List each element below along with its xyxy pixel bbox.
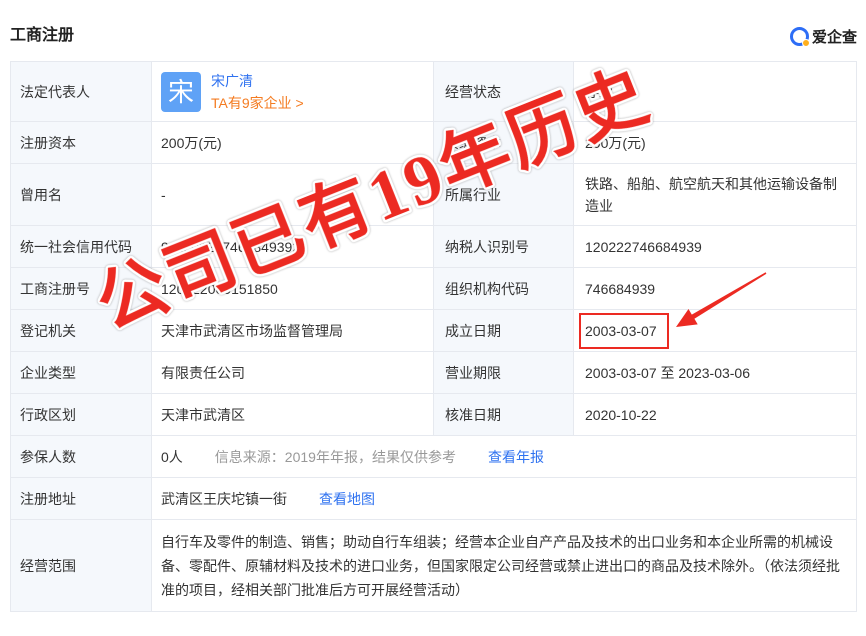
- taxpayer-id-value: 120222746684939: [574, 226, 857, 268]
- org-code-value: 746684939: [574, 268, 857, 310]
- related-companies-link[interactable]: TA有9家企业 >: [211, 92, 304, 114]
- insured-source-note: 信息来源：2019年年报，结果仅供参考: [214, 448, 456, 465]
- industry-value: 铁路、船舶、航空航天和其他运输设备制造业: [574, 164, 857, 226]
- view-map-link[interactable]: 查看地图: [319, 488, 375, 510]
- established-value: 2003-03-07: [574, 310, 857, 352]
- avatar[interactable]: 宋: [161, 71, 201, 112]
- operating-status-value: 存续: [574, 62, 857, 122]
- brand-name: 爱企查: [811, 28, 857, 46]
- authority-label: 登记机关: [11, 310, 152, 352]
- registration-no-label: 工商注册号: [11, 268, 152, 310]
- operating-status-label: 经营状态: [434, 62, 574, 122]
- aiqicha-logo-icon: [789, 26, 810, 47]
- admin-region-label: 行政区划: [11, 394, 152, 436]
- business-term-value: 2003-03-07 至 2023-03-06: [574, 352, 857, 394]
- industry-label: 所属行业: [434, 164, 574, 226]
- company-type-value: 有限责任公司: [152, 352, 434, 394]
- insured-label: 参保人数: [11, 436, 152, 478]
- authority-value: 天津市武清区市场监督管理局: [152, 310, 434, 352]
- legal-rep-label: 法定代表人: [11, 62, 152, 122]
- brand-logo: 爱企查: [789, 25, 857, 47]
- legal-rep-name-link[interactable]: 宋广清: [211, 70, 304, 92]
- legal-rep-value: 宋 宋广清 TA有9家企业 >: [152, 62, 434, 122]
- business-term-label: 营业期限: [434, 352, 574, 394]
- section-title: 工商注册: [10, 27, 75, 44]
- paid-in-capital-label: 实缴资本: [434, 122, 574, 164]
- address-text: 武清区王庆坨镇一街: [161, 490, 287, 507]
- company-type-label: 企业类型: [11, 352, 152, 394]
- insured-value: 0人 信息来源：2019年年报，结果仅供参考 查看年报: [152, 436, 857, 478]
- org-code-label: 组织机构代码: [434, 268, 574, 310]
- former-name-label: 曾用名: [11, 164, 152, 226]
- taxpayer-id-label: 纳税人识别号: [434, 226, 574, 268]
- admin-region-value: 天津市武清区: [152, 394, 434, 436]
- registration-table: 法定代表人 宋 宋广清 TA有9家企业 > 经营状态 存续 注册资本 200万(…: [10, 61, 857, 612]
- credit-code-value: 911202227466849392: [152, 226, 434, 268]
- registered-capital-value: 200万(元): [152, 122, 434, 164]
- approval-date-value: 2020-10-22: [574, 394, 857, 436]
- business-scope-value: 自行车及零件的制造、销售；助动自行车组装；经营本企业自产产品及技术的出口业务和本…: [152, 520, 857, 612]
- credit-code-label: 统一社会信用代码: [11, 226, 152, 268]
- insured-count: 0人: [161, 448, 183, 465]
- paid-in-capital-value: 200万(元): [574, 122, 857, 164]
- address-label: 注册地址: [11, 478, 152, 520]
- approval-date-label: 核准日期: [434, 394, 574, 436]
- registration-no-value: 120222000151850: [152, 268, 434, 310]
- view-annual-report-link[interactable]: 查看年报: [488, 446, 544, 468]
- former-name-value: -: [152, 164, 434, 226]
- registered-capital-label: 注册资本: [11, 122, 152, 164]
- business-scope-label: 经营范围: [11, 520, 152, 612]
- address-value: 武清区王庆坨镇一街 查看地图: [152, 478, 857, 520]
- legal-rep-info: 宋广清 TA有9家企业 >: [211, 70, 304, 114]
- established-label: 成立日期: [434, 310, 574, 352]
